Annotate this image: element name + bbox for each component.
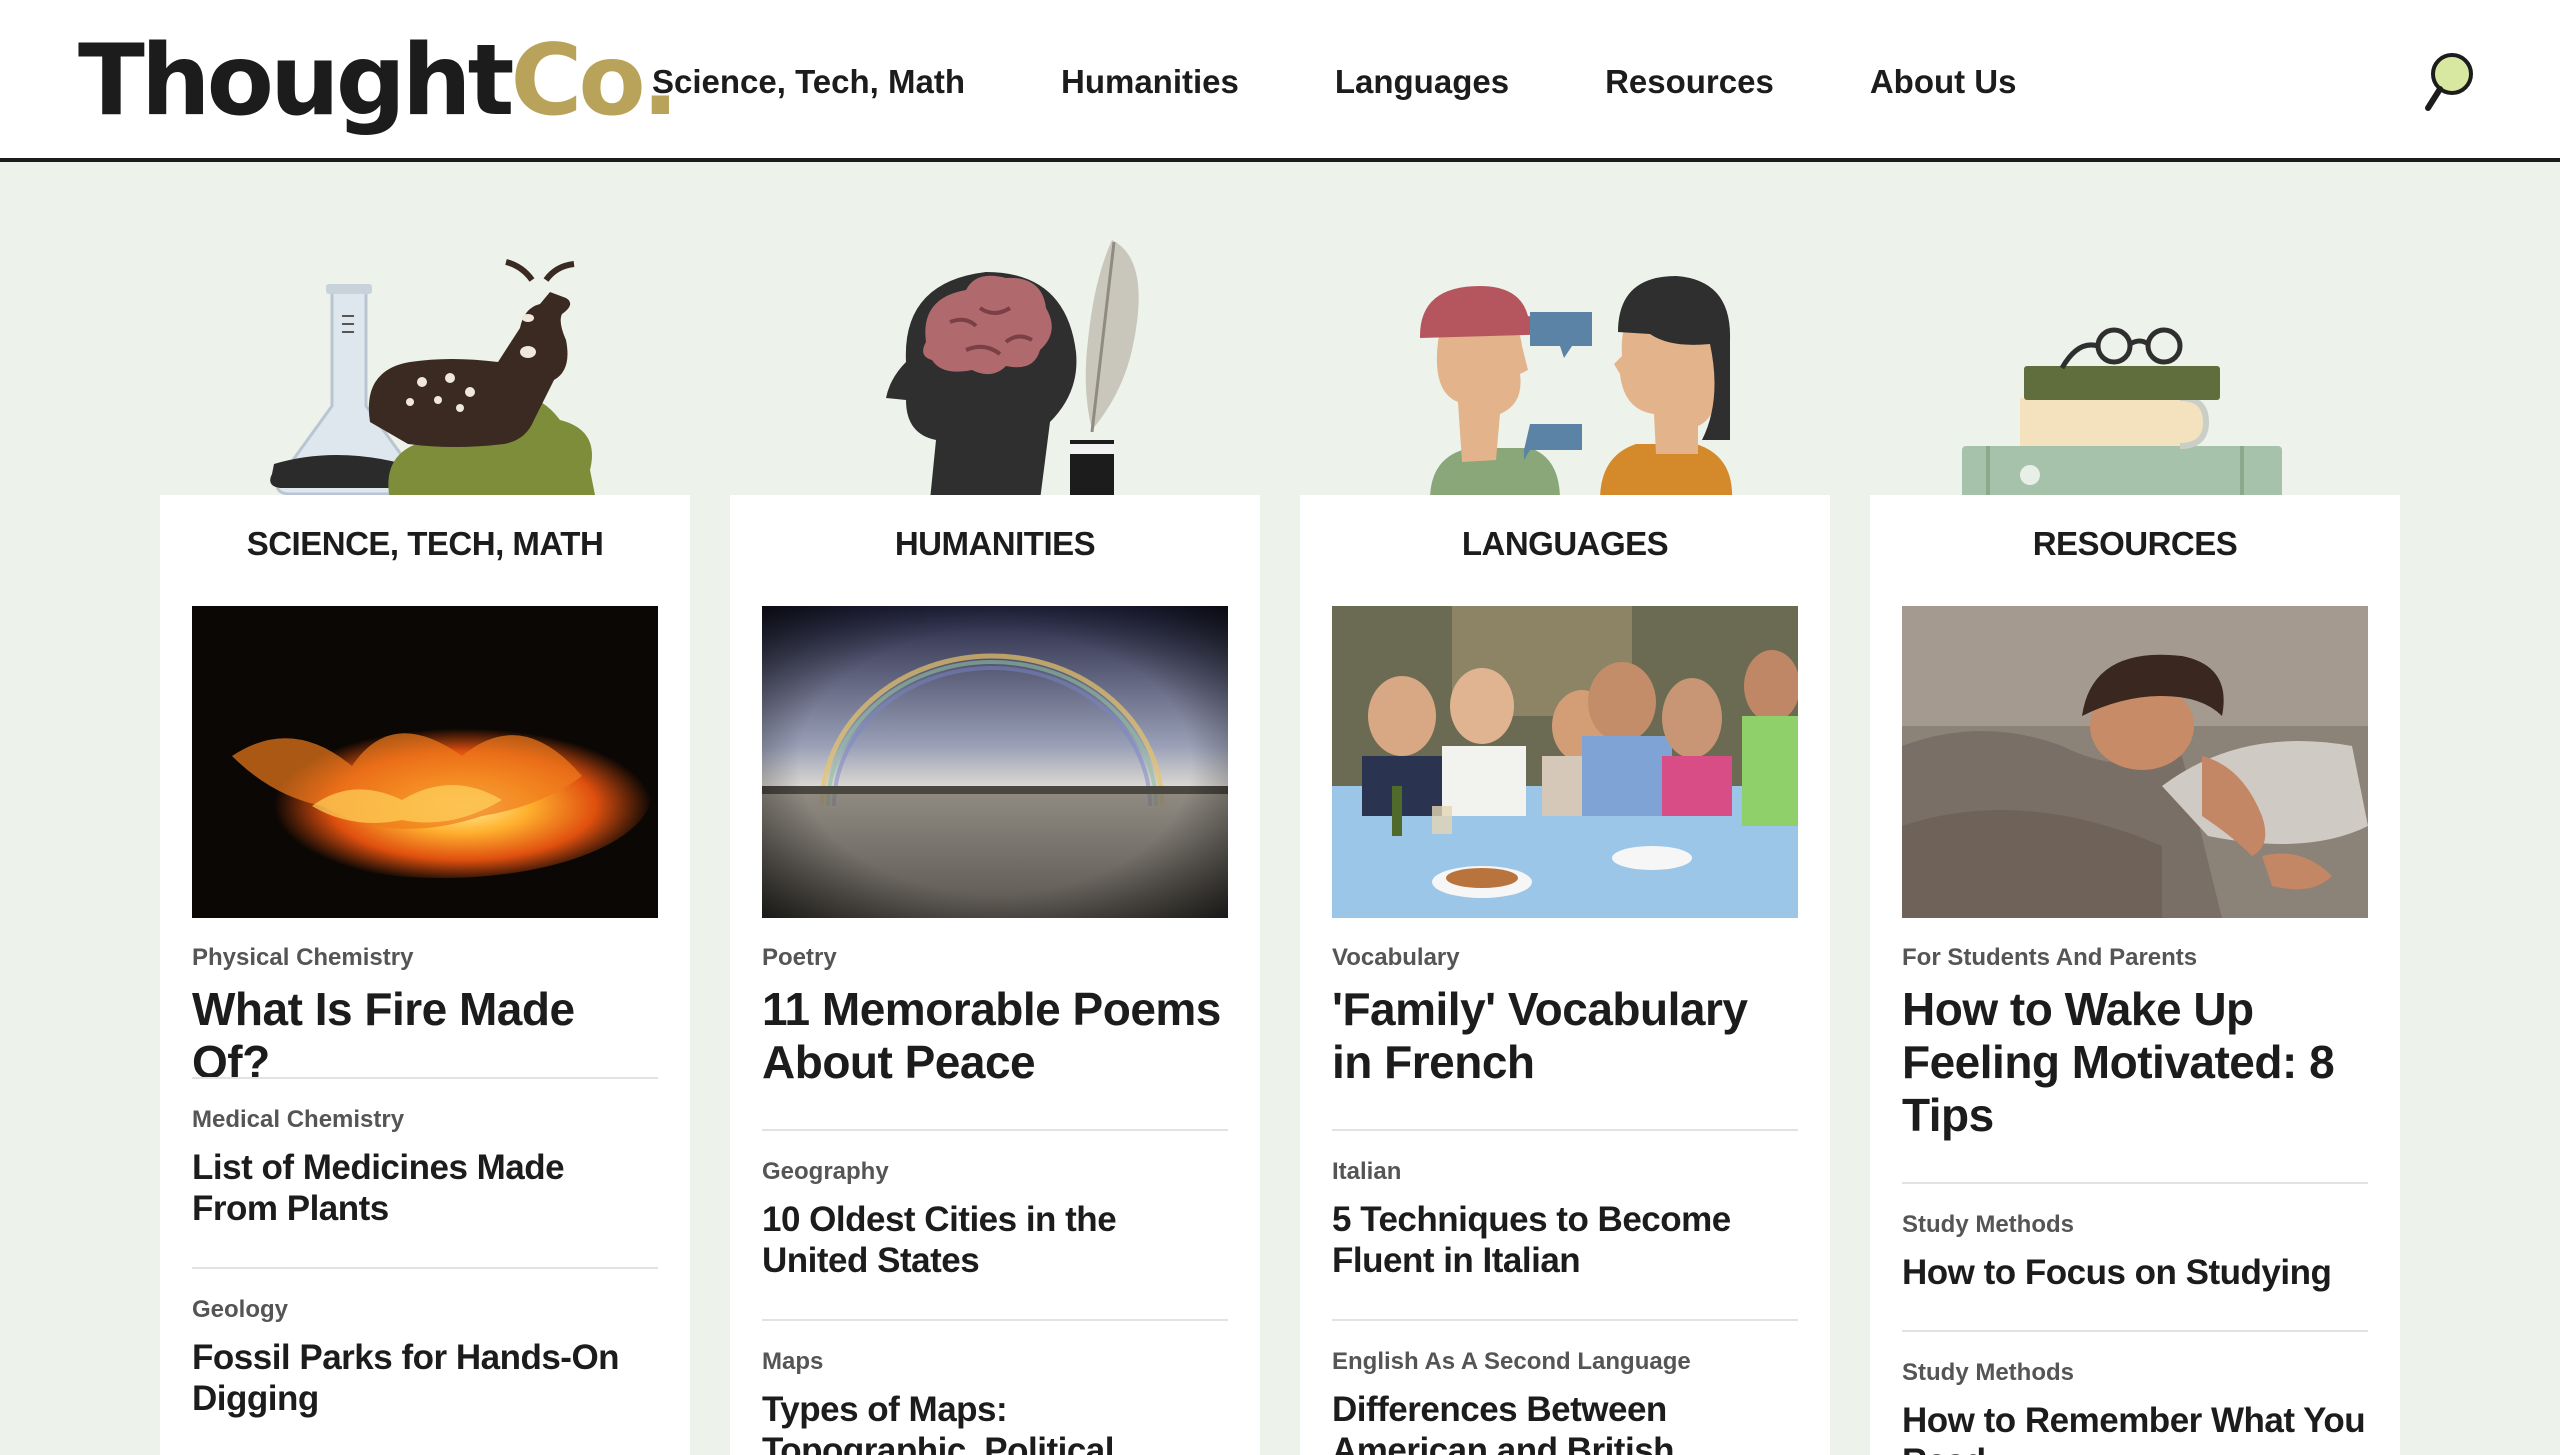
category-card-languages: Languages Vocabulary 'Family' Voc	[1300, 495, 1830, 1455]
article-tag[interactable]: Italian	[1332, 1157, 1798, 1187]
logo-text-main: Thought	[78, 24, 514, 138]
divider	[192, 1077, 658, 1079]
article-tag[interactable]: Study Methods	[1902, 1210, 2368, 1240]
article-tag[interactable]: For Students And Parents	[1902, 943, 2368, 973]
thoughtco-logo[interactable]: ThoughtCo.	[78, 24, 679, 138]
category-card-humanities: Humanities P	[730, 495, 1260, 1455]
card-title[interactable]: Science, Tech, Math	[160, 525, 690, 563]
humanities-illustration	[886, 240, 1139, 500]
article-image-waking[interactable]	[1902, 606, 2368, 918]
divider	[1332, 1319, 1798, 1321]
article-headline[interactable]: How to Remember What You Read	[1902, 1400, 2368, 1455]
main-nav: Science, Tech, Math Humanities Languages…	[620, 52, 2080, 112]
article-headline[interactable]: 5 Techniques to Become Fluent in Italian	[1332, 1199, 1798, 1281]
woman-waking-photo	[1902, 606, 2368, 918]
article-item: Maps Types of Maps: Topographic, Politic…	[762, 1347, 1228, 1455]
article-item: English As A Second Language Differences…	[1332, 1347, 1798, 1455]
article-lead: Physical Chemistry What Is Fire Made Of?	[192, 943, 658, 1089]
divider	[1902, 1182, 2368, 1184]
search-icon	[2425, 53, 2473, 111]
article-headline[interactable]: 10 Oldest Cities in the United States	[762, 1199, 1228, 1281]
article-tag[interactable]: Study Methods	[1902, 1358, 2368, 1388]
article-tag[interactable]: Maps	[762, 1347, 1228, 1377]
science-illustration	[270, 259, 596, 500]
article-headline[interactable]: 'Family' Vocabulary in French	[1332, 983, 1798, 1089]
card-title[interactable]: Languages	[1300, 525, 1830, 563]
card-title[interactable]: Humanities	[730, 525, 1260, 563]
article-lead: For Students And Parents How to Wake Up …	[1902, 943, 2368, 1142]
divider	[1332, 1129, 1798, 1131]
article-image-family-dinner[interactable]	[1332, 606, 1798, 918]
category-card-resources: Resources For Students And Parents How t…	[1870, 495, 2400, 1455]
nav-languages[interactable]: Languages	[1335, 63, 1509, 101]
article-tag[interactable]: Poetry	[762, 943, 1228, 973]
article-item: Medical Chemistry List of Medicines Made…	[192, 1105, 658, 1229]
nav-about-us[interactable]: About Us	[1870, 63, 2017, 101]
article-item: Study Methods How to Focus on Studying	[1902, 1210, 2368, 1293]
article-image-fire[interactable]	[192, 606, 658, 918]
article-headline[interactable]: What Is Fire Made Of?	[192, 983, 658, 1089]
article-tag[interactable]: Vocabulary	[1332, 943, 1798, 973]
article-tag[interactable]: Geography	[762, 1157, 1228, 1187]
family-dinner-photo	[1332, 606, 1798, 918]
article-headline[interactable]: 11 Memorable Poems About Peace	[762, 983, 1228, 1089]
article-lead: Vocabulary 'Family' Vocabulary in French	[1332, 943, 1798, 1089]
divider	[1902, 1330, 2368, 1332]
article-headline[interactable]: List of Medicines Made From Plants	[192, 1147, 658, 1229]
article-item: Geography 10 Oldest Cities in the United…	[762, 1157, 1228, 1281]
article-image-rainbow[interactable]	[762, 606, 1228, 918]
nav-science-tech-math[interactable]: Science, Tech, Math	[652, 63, 965, 101]
article-tag[interactable]: Physical Chemistry	[192, 943, 658, 973]
category-card-science: Science, Tech, Math Physical Chemistry W…	[160, 495, 690, 1455]
resources-illustration	[1962, 327, 2282, 500]
fire-photo	[192, 606, 658, 918]
rainbow-beach-photo	[762, 606, 1228, 918]
article-item: Study Methods How to Remember What You R…	[1902, 1358, 2368, 1455]
article-lead: Poetry 11 Memorable Poems About Peace	[762, 943, 1228, 1089]
article-item: Italian 5 Techniques to Become Fluent in…	[1332, 1157, 1798, 1281]
article-tag[interactable]: Medical Chemistry	[192, 1105, 658, 1135]
article-headline[interactable]: How to Focus on Studying	[1902, 1252, 2368, 1293]
nav-humanities[interactable]: Humanities	[1061, 63, 1239, 101]
nav-resources[interactable]: Resources	[1605, 63, 1774, 101]
article-headline[interactable]: Differences Between American and British…	[1332, 1389, 1798, 1455]
article-headline[interactable]: How to Wake Up Feeling Motivated: 8 Tips	[1902, 983, 2368, 1142]
divider	[762, 1129, 1228, 1131]
divider	[762, 1319, 1228, 1321]
site-header: ThoughtCo. Science, Tech, Math Humanitie…	[0, 0, 2560, 162]
article-tag[interactable]: English As A Second Language	[1332, 1347, 1798, 1377]
article-tag[interactable]: Geology	[192, 1295, 658, 1325]
card-title[interactable]: Resources	[1870, 525, 2400, 563]
article-item: Geology Fossil Parks for Hands-On Diggin…	[192, 1295, 658, 1419]
divider	[192, 1267, 658, 1269]
languages-illustration	[1420, 276, 1733, 500]
article-headline[interactable]: Fossil Parks for Hands-On Digging	[192, 1337, 658, 1419]
article-headline[interactable]: Types of Maps: Topographic, Political, C…	[762, 1389, 1228, 1455]
search-button[interactable]	[2420, 50, 2476, 114]
